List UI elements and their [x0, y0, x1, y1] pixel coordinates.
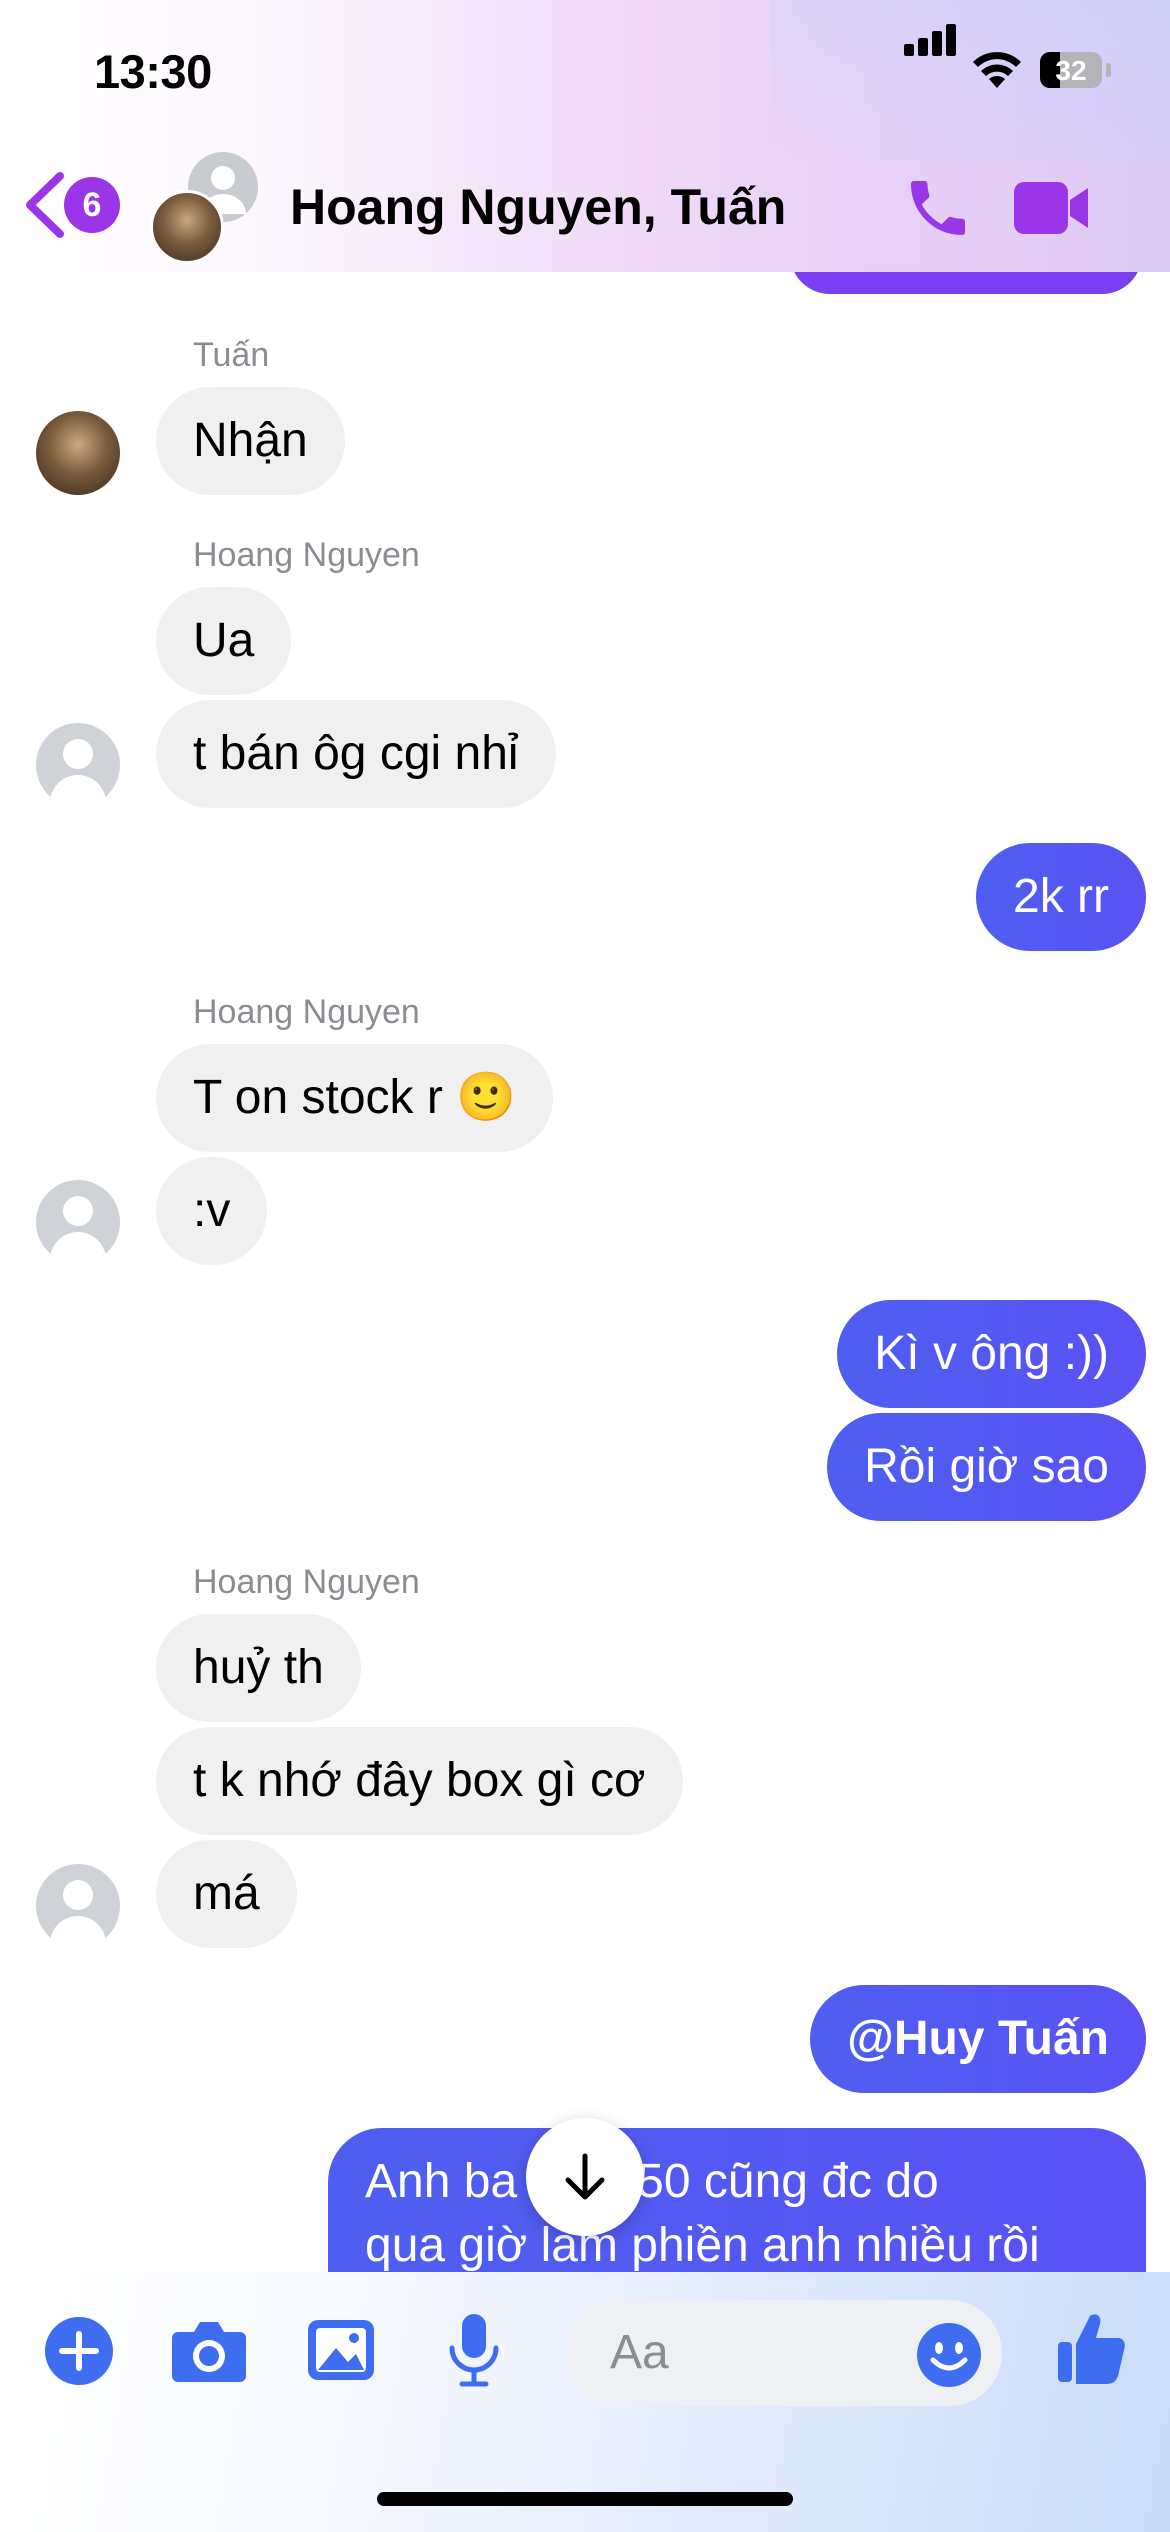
incoming-bubble[interactable]: T on stock r 🙂 — [156, 1044, 553, 1152]
battery-icon: 32 — [1040, 52, 1102, 88]
unread-badge[interactable]: 6 — [64, 177, 120, 233]
message-line: Anh ba em 350 cũng đc do — [365, 2155, 939, 2208]
outgoing-bubble-long[interactable]: Anh ba em 350 cũng đc do qua giờ làm phi… — [328, 2128, 1146, 2288]
gallery-icon[interactable] — [306, 2318, 376, 2382]
microphone-icon[interactable] — [446, 2312, 502, 2388]
thumbs-up-icon[interactable] — [1056, 2310, 1126, 2386]
incoming-bubble[interactable]: t bán ôg cgi nhỉ — [156, 700, 556, 808]
incoming-bubble[interactable]: :v — [156, 1157, 268, 1265]
back-chevron-icon[interactable] — [22, 170, 66, 240]
message-input-placeholder: Aa — [610, 2326, 669, 2379]
conversation-title[interactable]: Hoang Nguyen, Tuấn — [290, 178, 786, 236]
header-bar: 13:30 32 6 Hoang Nguyen, Tuấn — [0, 0, 1170, 272]
sender-name: Hoang Nguyen — [193, 1563, 420, 1601]
camera-icon[interactable] — [170, 2318, 248, 2384]
avatar-default[interactable] — [36, 723, 120, 807]
battery-cap — [1106, 63, 1111, 77]
incoming-bubble[interactable]: Ua — [156, 587, 292, 695]
sender-name: Hoang Nguyen — [193, 993, 420, 1031]
status-time: 13:30 — [94, 45, 212, 98]
message-list[interactable]: Tuấn Nhận Hoang Nguyen Ua t bán ôg cgi n… — [0, 0, 1170, 2288]
avatar-photo[interactable] — [36, 411, 120, 495]
group-avatar[interactable] — [150, 152, 270, 264]
message-input[interactable]: Aa — [566, 2300, 1002, 2406]
video-camera-icon[interactable] — [1012, 180, 1092, 236]
battery-level: 32 — [1055, 55, 1087, 86]
mention-bubble[interactable]: @Huy Tuấn — [810, 1985, 1146, 2093]
phone-icon[interactable] — [902, 172, 974, 244]
incoming-bubble[interactable]: huỷ th — [156, 1614, 361, 1722]
avatar-photo — [150, 190, 224, 264]
outgoing-bubble[interactable]: Rồi giờ sao — [827, 1413, 1146, 1521]
incoming-bubble[interactable]: Nhận — [156, 387, 345, 495]
arrow-down-icon — [565, 2153, 605, 2200]
incoming-bubble[interactable]: má — [156, 1840, 297, 1948]
home-indicator — [377, 2492, 793, 2506]
sender-name: Hoang Nguyen — [193, 536, 420, 574]
avatar-default[interactable] — [36, 1180, 120, 1264]
emoji-icon[interactable] — [916, 2322, 982, 2388]
outgoing-bubble[interactable]: 2k rr — [976, 843, 1146, 951]
outgoing-bubble[interactable]: Kì v ông :)) — [837, 1300, 1146, 1408]
wifi-icon — [973, 52, 1021, 88]
plus-icon[interactable] — [44, 2316, 114, 2386]
sender-name: Tuấn — [193, 336, 270, 374]
message-line: qua giờ làm phiền anh nhiều rồi — [365, 2219, 1040, 2272]
avatar-default[interactable] — [36, 1864, 120, 1948]
incoming-bubble[interactable]: t k nhớ đây box gì cơ — [156, 1727, 683, 1835]
scroll-to-bottom-button[interactable] — [526, 2118, 644, 2236]
